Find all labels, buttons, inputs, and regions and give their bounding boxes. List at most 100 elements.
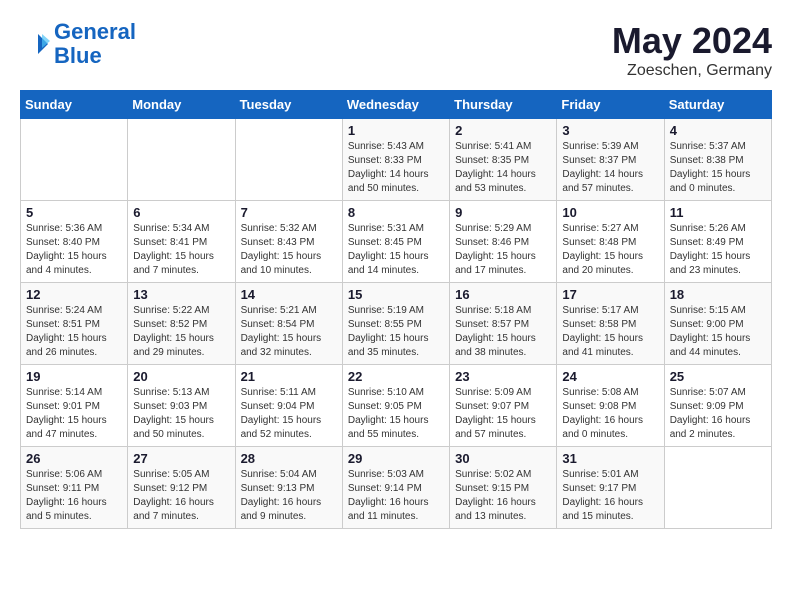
day-info: Sunrise: 5:02 AM Sunset: 9:15 PM Dayligh… xyxy=(455,468,551,524)
logo: General Blue xyxy=(20,20,136,68)
header-day: Saturday xyxy=(664,91,771,119)
calendar-cell: 25Sunrise: 5:07 AM Sunset: 9:09 PM Dayli… xyxy=(664,365,771,447)
day-number: 23 xyxy=(455,369,551,384)
day-info: Sunrise: 5:32 AM Sunset: 8:43 PM Dayligh… xyxy=(241,222,337,278)
day-number: 27 xyxy=(133,451,229,466)
calendar-cell: 27 Sunrise: 5:05 AM Sunset: 9:12 PM Dayli… xyxy=(128,447,235,529)
calendar-week-row: 26Sunrise: 5:06 AM Sunset: 9:11 PM Dayli… xyxy=(21,447,772,529)
calendar-cell: 29 Sunrise: 5:03 AM Sunset: 9:14 PM Dayli… xyxy=(342,447,449,529)
calendar-cell: 8Sunrise: 5:31 AM Sunset: 8:45 PM Daylig… xyxy=(342,201,449,283)
day-number: 16 xyxy=(455,287,551,302)
day-info: Sunrise: 5:15 AM Sunset: 9:00 PM Dayligh… xyxy=(670,304,766,360)
day-number: 6 xyxy=(133,205,229,220)
day-info: Sunrise: 5:09 AM Sunset: 9:07 PM Dayligh… xyxy=(455,386,551,442)
calendar-cell: 15 Sunrise: 5:19 AM Sunset: 8:55 PM Dayli… xyxy=(342,283,449,365)
day-number: 2 xyxy=(455,123,551,138)
calendar-cell: 21 Sunrise: 5:11 AM Sunset: 9:04 PM Dayli… xyxy=(235,365,342,447)
day-number: 21 xyxy=(241,369,337,384)
day-number: 28 xyxy=(241,451,337,466)
day-info: Sunrise: 5:08 AM Sunset: 9:08 PM Dayligh… xyxy=(562,386,658,442)
calendar-cell: 6 Sunrise: 5:34 AM Sunset: 8:41 PM Daylig… xyxy=(128,201,235,283)
day-number: 24 xyxy=(562,369,658,384)
day-info: Sunrise: 5:39 AM Sunset: 8:37 PM Dayligh… xyxy=(562,140,658,196)
day-number: 18 xyxy=(670,287,766,302)
day-number: 12 xyxy=(26,287,122,302)
logo-blue: Blue xyxy=(54,43,102,68)
calendar-cell: 12Sunrise: 5:24 AM Sunset: 8:51 PM Dayli… xyxy=(21,283,128,365)
day-info: Sunrise: 5:05 AM Sunset: 9:12 PM Dayligh… xyxy=(133,468,229,524)
page-header: General Blue May 2024 Zoeschen, Germany xyxy=(20,20,772,80)
calendar-cell: 2 Sunrise: 5:41 AM Sunset: 8:35 PM Daylig… xyxy=(450,119,557,201)
day-number: 30 xyxy=(455,451,551,466)
calendar-cell: 17 Sunrise: 5:17 AM Sunset: 8:58 PM Dayli… xyxy=(557,283,664,365)
calendar-cell: 1 Sunrise: 5:43 AM Sunset: 8:33 PM Daylig… xyxy=(342,119,449,201)
day-number: 7 xyxy=(241,205,337,220)
day-info: Sunrise: 5:22 AM Sunset: 8:52 PM Dayligh… xyxy=(133,304,229,360)
day-number: 22 xyxy=(348,369,444,384)
header-day: Tuesday xyxy=(235,91,342,119)
day-number: 13 xyxy=(133,287,229,302)
calendar-cell: 4 Sunrise: 5:37 AM Sunset: 8:38 PM Daylig… xyxy=(664,119,771,201)
calendar-cell: 14Sunrise: 5:21 AM Sunset: 8:54 PM Dayli… xyxy=(235,283,342,365)
day-info: Sunrise: 5:13 AM Sunset: 9:03 PM Dayligh… xyxy=(133,386,229,442)
calendar-cell xyxy=(235,119,342,201)
day-number: 9 xyxy=(455,205,551,220)
header-day: Monday xyxy=(128,91,235,119)
calendar-cell xyxy=(664,447,771,529)
day-number: 1 xyxy=(348,123,444,138)
calendar-cell: 26Sunrise: 5:06 AM Sunset: 9:11 PM Dayli… xyxy=(21,447,128,529)
calendar-cell: 18 Sunrise: 5:15 AM Sunset: 9:00 PM Dayli… xyxy=(664,283,771,365)
day-number: 5 xyxy=(26,205,122,220)
day-info: Sunrise: 5:41 AM Sunset: 8:35 PM Dayligh… xyxy=(455,140,551,196)
day-info: Sunrise: 5:29 AM Sunset: 8:46 PM Dayligh… xyxy=(455,222,551,278)
day-info: Sunrise: 5:43 AM Sunset: 8:33 PM Dayligh… xyxy=(348,140,444,196)
day-info: Sunrise: 5:03 AM Sunset: 9:14 PM Dayligh… xyxy=(348,468,444,524)
logo-general: General xyxy=(54,19,136,44)
day-info: Sunrise: 5:34 AM Sunset: 8:41 PM Dayligh… xyxy=(133,222,229,278)
day-number: 10 xyxy=(562,205,658,220)
calendar-cell: 9 Sunrise: 5:29 AM Sunset: 8:46 PM Daylig… xyxy=(450,201,557,283)
day-number: 15 xyxy=(348,287,444,302)
day-info: Sunrise: 5:04 AM Sunset: 9:13 PM Dayligh… xyxy=(241,468,337,524)
day-info: Sunrise: 5:07 AM Sunset: 9:09 PM Dayligh… xyxy=(670,386,766,442)
day-info: Sunrise: 5:37 AM Sunset: 8:38 PM Dayligh… xyxy=(670,140,766,196)
day-info: Sunrise: 5:17 AM Sunset: 8:58 PM Dayligh… xyxy=(562,304,658,360)
header-day: Wednesday xyxy=(342,91,449,119)
calendar-cell: 28 Sunrise: 5:04 AM Sunset: 9:13 PM Dayli… xyxy=(235,447,342,529)
day-info: Sunrise: 5:27 AM Sunset: 8:48 PM Dayligh… xyxy=(562,222,658,278)
header-row: SundayMondayTuesdayWednesdayThursdayFrid… xyxy=(21,91,772,119)
day-number: 3 xyxy=(562,123,658,138)
header-day: Sunday xyxy=(21,91,128,119)
logo-icon xyxy=(20,29,50,59)
calendar-body: 1 Sunrise: 5:43 AM Sunset: 8:33 PM Daylig… xyxy=(21,119,772,529)
calendar-cell: 24 Sunrise: 5:08 AM Sunset: 9:08 PM Dayli… xyxy=(557,365,664,447)
day-number: 14 xyxy=(241,287,337,302)
header-day: Thursday xyxy=(450,91,557,119)
day-info: Sunrise: 5:11 AM Sunset: 9:04 PM Dayligh… xyxy=(241,386,337,442)
calendar-cell: 5 Sunrise: 5:36 AM Sunset: 8:40 PM Daylig… xyxy=(21,201,128,283)
calendar-cell: 20Sunrise: 5:13 AM Sunset: 9:03 PM Dayli… xyxy=(128,365,235,447)
day-number: 17 xyxy=(562,287,658,302)
day-number: 8 xyxy=(348,205,444,220)
calendar-cell: 31 Sunrise: 5:01 AM Sunset: 9:17 PM Dayli… xyxy=(557,447,664,529)
calendar-cell: 10 Sunrise: 5:27 AM Sunset: 8:48 PM Dayli… xyxy=(557,201,664,283)
day-number: 4 xyxy=(670,123,766,138)
day-info: Sunrise: 5:10 AM Sunset: 9:05 PM Dayligh… xyxy=(348,386,444,442)
day-number: 29 xyxy=(348,451,444,466)
header-day: Friday xyxy=(557,91,664,119)
day-info: Sunrise: 5:26 AM Sunset: 8:49 PM Dayligh… xyxy=(670,222,766,278)
day-info: Sunrise: 5:36 AM Sunset: 8:40 PM Dayligh… xyxy=(26,222,122,278)
calendar-cell xyxy=(128,119,235,201)
day-number: 31 xyxy=(562,451,658,466)
calendar-cell: 13 Sunrise: 5:22 AM Sunset: 8:52 PM Dayli… xyxy=(128,283,235,365)
day-info: Sunrise: 5:18 AM Sunset: 8:57 PM Dayligh… xyxy=(455,304,551,360)
title-block: May 2024 Zoeschen, Germany xyxy=(612,20,772,80)
location-title: Zoeschen, Germany xyxy=(612,62,772,80)
day-info: Sunrise: 5:19 AM Sunset: 8:55 PM Dayligh… xyxy=(348,304,444,360)
calendar-cell: 7 Sunrise: 5:32 AM Sunset: 8:43 PM Daylig… xyxy=(235,201,342,283)
day-info: Sunrise: 5:01 AM Sunset: 9:17 PM Dayligh… xyxy=(562,468,658,524)
calendar-header: SundayMondayTuesdayWednesdayThursdayFrid… xyxy=(21,91,772,119)
day-number: 19 xyxy=(26,369,122,384)
calendar-cell: 22 Sunrise: 5:10 AM Sunset: 9:05 PM Dayli… xyxy=(342,365,449,447)
calendar-cell: 23 Sunrise: 5:09 AM Sunset: 9:07 PM Dayli… xyxy=(450,365,557,447)
